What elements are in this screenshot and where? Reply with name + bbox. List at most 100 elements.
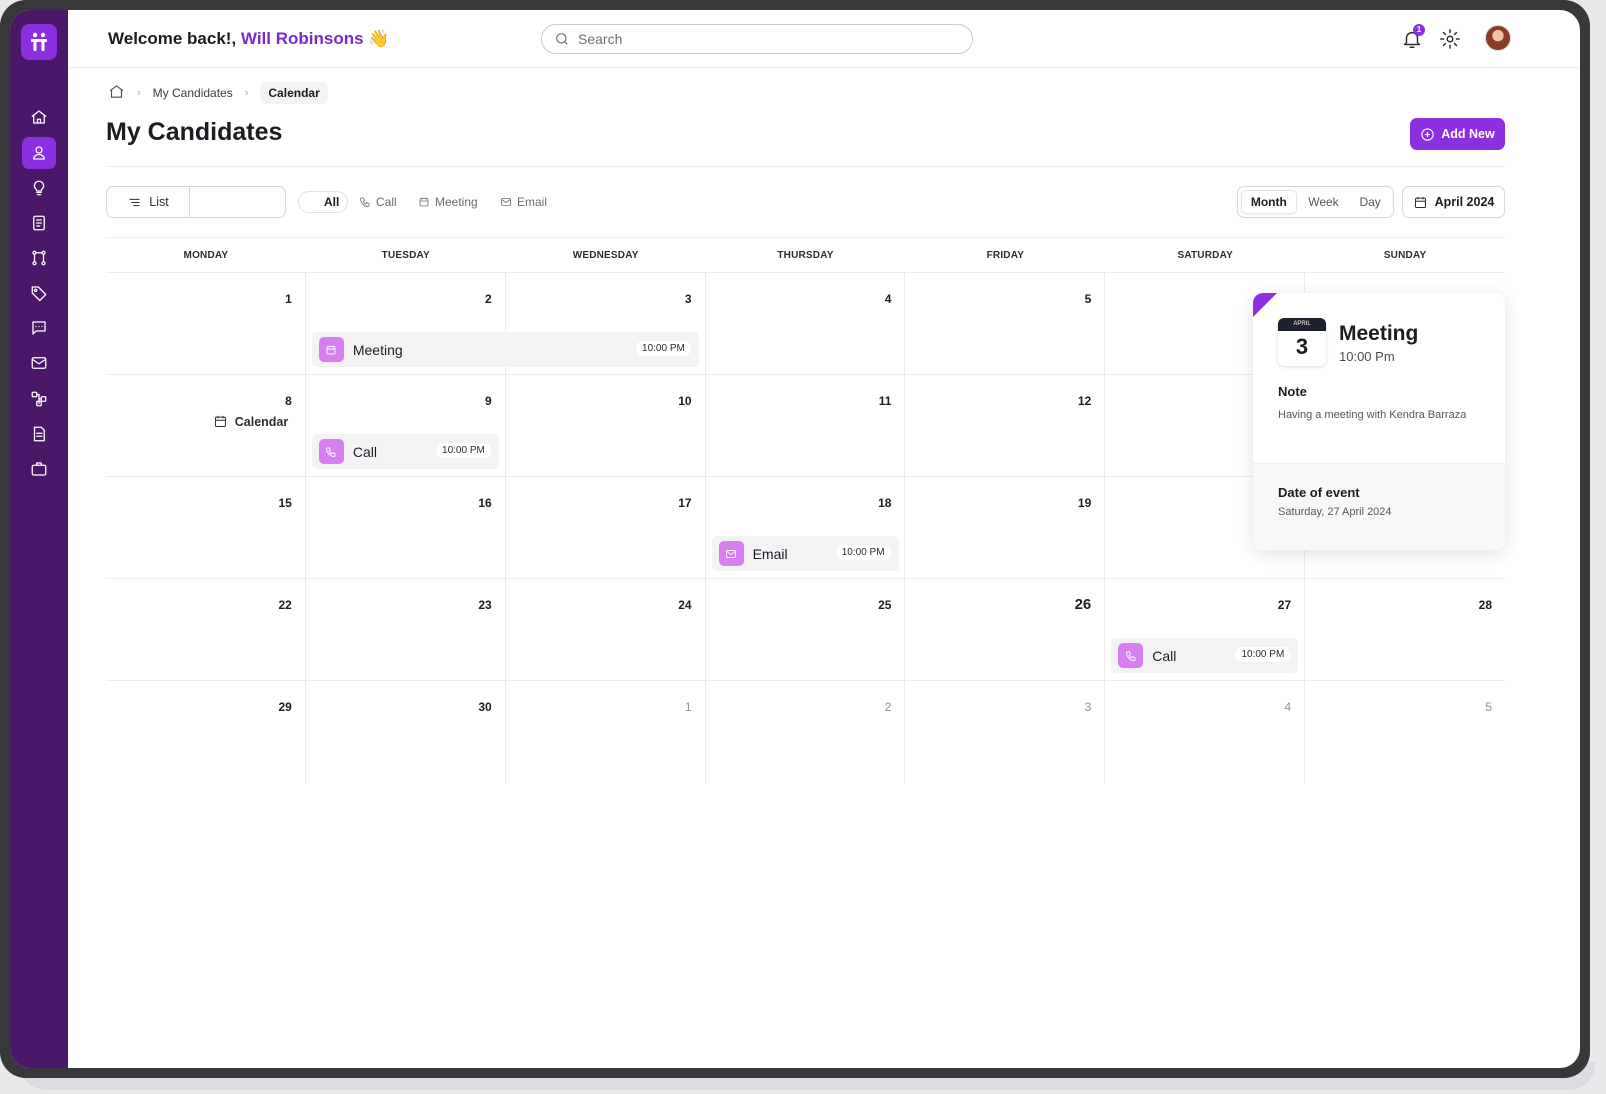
day-cell[interactable]: 9 Call 10:00 PM (305, 375, 506, 477)
day-cell[interactable]: 16 (305, 477, 506, 579)
day-cell[interactable]: 25 (705, 579, 906, 681)
filter-meeting[interactable]: Meeting (410, 191, 486, 213)
chevron-right-icon: › (137, 87, 141, 99)
top-header: Welcome back!, Will Robinsons 👋 1 (68, 10, 1580, 68)
event-label: Meeting (352, 341, 403, 358)
day-cell[interactable]: 12 (905, 375, 1106, 477)
filter-call[interactable]: Call (351, 191, 405, 213)
filter-meeting-label: Meeting (435, 195, 478, 209)
day-cell[interactable]: 11 (705, 375, 906, 477)
sidebar-item-jobs[interactable] (22, 207, 56, 239)
notification-button[interactable]: 1 (1401, 24, 1425, 50)
day-cell[interactable]: 19 (905, 477, 1106, 579)
range-switcher: Month Week Day (1237, 186, 1394, 218)
day-cell[interactable]: 5 (905, 273, 1106, 375)
event-call[interactable]: Call 10:00 PM (1111, 638, 1299, 673)
day-cell[interactable]: 22 (106, 579, 306, 681)
day-cell[interactable]: 1 (106, 273, 306, 375)
avatar[interactable] (1485, 25, 1511, 51)
event-label: Email (752, 545, 788, 562)
day-number: 5 (1084, 292, 1092, 306)
app-logo[interactable] (21, 24, 57, 60)
day-number: 29 (278, 700, 292, 714)
sidebar-item-messages[interactable] (22, 312, 56, 344)
day-number: 2 (884, 700, 892, 714)
day-cell[interactable]: 3 (505, 273, 706, 375)
add-new-button[interactable]: Add New (1410, 118, 1505, 150)
event-label: Call (1152, 647, 1177, 664)
day-cell-other-month[interactable]: 3 (905, 681, 1106, 783)
sidebar-item-pipeline[interactable] (22, 242, 56, 274)
day-cell[interactable]: 10 (505, 375, 706, 477)
day-cell[interactable]: 29 (106, 681, 306, 783)
range-month[interactable]: Month (1241, 190, 1297, 214)
note-text: Having a meeting with Kendra Barraza (1278, 409, 1467, 421)
day-cell-today[interactable]: 26 (905, 579, 1106, 681)
event-icon (318, 337, 344, 362)
day-cell[interactable]: 24 (505, 579, 706, 681)
day-cell[interactable]: 18 Email 10:00 PM (705, 477, 906, 579)
day-cell-other-month[interactable]: 5 (1305, 681, 1505, 783)
day-cell-other-month[interactable]: 2 (706, 681, 906, 783)
day-cell[interactable]: 23 (305, 579, 506, 681)
day-cell[interactable]: 28 (1305, 579, 1505, 681)
day-cell[interactable]: 15 (106, 477, 306, 579)
range-day[interactable]: Day (1350, 190, 1390, 214)
settings-button[interactable] (1439, 28, 1461, 50)
sidebar-item-briefcase[interactable] (22, 453, 56, 485)
event-month: APRIL (1278, 318, 1326, 331)
sidebar-item-tags[interactable] (22, 277, 56, 309)
day-cell[interactable]: 30 (306, 681, 506, 783)
event-icon (718, 541, 744, 566)
mail-icon (31, 357, 47, 369)
date-picker-button[interactable]: April 2024 (1402, 186, 1505, 218)
event-call[interactable]: Call 10:00 PM (311, 434, 499, 469)
sidebar-item-workflow[interactable] (22, 383, 56, 415)
day-cell[interactable]: 8 (106, 375, 306, 477)
lightbulb-icon (33, 180, 45, 196)
day-number: 2 (485, 292, 492, 306)
filter-email[interactable]: Email (492, 191, 555, 213)
filter-all[interactable]: All (298, 191, 349, 213)
breadcrumb-item[interactable]: My Candidates (153, 86, 233, 100)
wave-emoji: 👋 (368, 29, 390, 48)
chevron-right-icon: › (244, 87, 249, 99)
weekday-label: THURSDAY (777, 249, 834, 261)
day-cell[interactable]: 4 (705, 273, 906, 375)
day-number: 17 (678, 496, 692, 510)
note-heading: Note (1278, 384, 1307, 399)
breadcrumb-current: Calendar (260, 82, 328, 104)
search-input[interactable] (578, 31, 958, 47)
sidebar-item-home[interactable] (22, 101, 56, 133)
day-number: 25 (878, 598, 892, 612)
day-cell[interactable]: 27 Call 10:00 PM (1105, 579, 1306, 681)
phone-icon (360, 197, 370, 207)
day-number: 3 (684, 292, 692, 306)
day-cell[interactable]: 17 (505, 477, 706, 579)
event-time: 10:00 Pm (1339, 349, 1395, 364)
event-email[interactable]: Email 10:00 PM (711, 536, 899, 571)
day-number: 24 (678, 598, 692, 612)
logo-icon (31, 32, 47, 51)
day-number: 23 (478, 598, 492, 612)
range-week[interactable]: Week (1297, 190, 1351, 214)
day-cell[interactable]: 2 Meeting 10:00 PM (305, 273, 699, 375)
search-box[interactable] (541, 24, 973, 54)
sidebar-item-mail[interactable] (22, 347, 56, 379)
calendar-icon (419, 197, 429, 207)
sidebar-item-ideas[interactable] (22, 172, 56, 204)
notification-badge: 1 (1413, 24, 1425, 36)
day-number: 18 (878, 496, 892, 510)
weekday-label: SATURDAY (1177, 249, 1233, 261)
day-cell-other-month[interactable]: 1 (506, 681, 706, 783)
breadcrumb-home[interactable] (108, 83, 125, 103)
list-view-button[interactable]: List (107, 187, 190, 217)
day-number-today: 26 (1074, 596, 1092, 613)
sidebar-item-documents[interactable] (22, 418, 56, 450)
sidebar-item-candidates[interactable] (22, 137, 56, 169)
document-icon (33, 426, 45, 442)
event-date-badge: APRIL 3 (1278, 318, 1326, 366)
grid-icon (309, 197, 317, 207)
day-number: 22 (278, 598, 292, 612)
day-cell-other-month[interactable]: 4 (1105, 681, 1306, 783)
